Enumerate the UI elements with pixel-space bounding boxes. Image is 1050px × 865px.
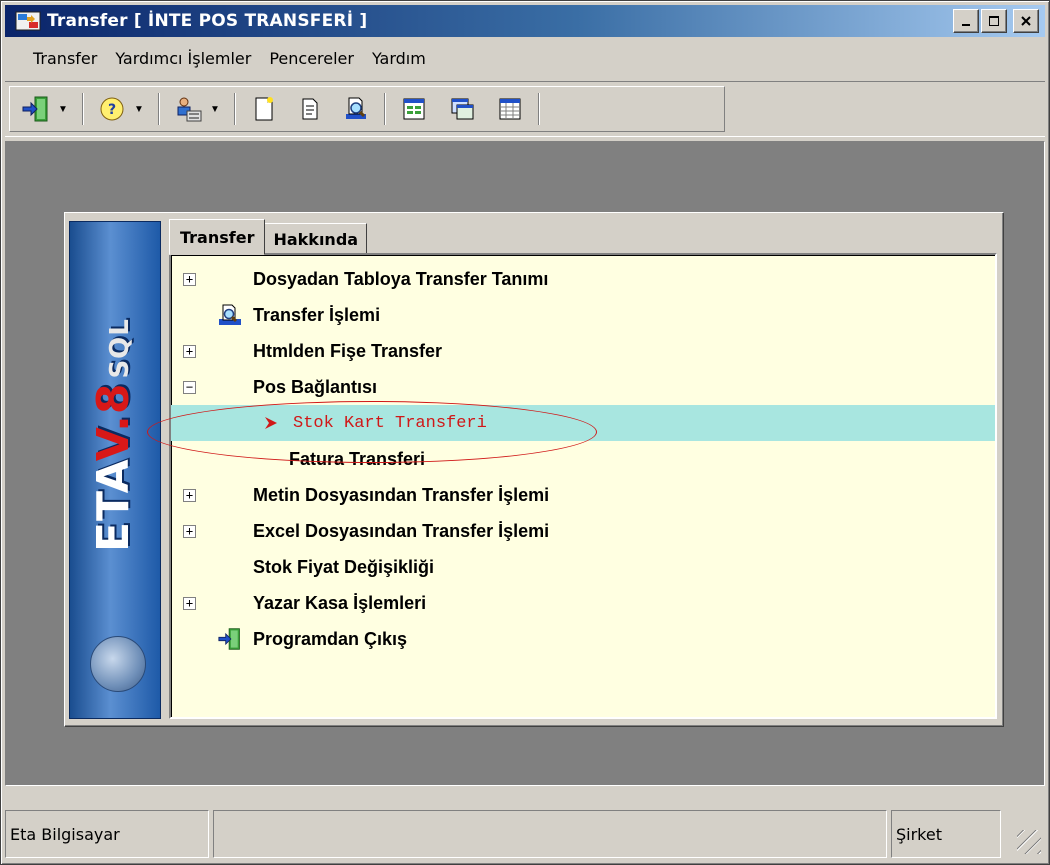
eta-logo-text: ETAV.8SQL <box>88 318 139 552</box>
menu-pencereler[interactable]: Pencereler <box>260 49 363 68</box>
expand-icon[interactable]: + <box>183 489 196 502</box>
tree-node-yazar-kasa[interactable]: + Yazar Kasa İşlemleri <box>171 585 995 621</box>
tree-node-label: Stok Kart Transferi <box>293 413 487 433</box>
user-settings-icon <box>177 97 202 122</box>
transfer-app-icon <box>15 10 41 32</box>
tree-node-stok-fiyat[interactable]: Stok Fiyat Değişikliği <box>171 549 995 585</box>
menu-yardimci-islemler[interactable]: Yardımcı İşlemler <box>106 49 260 68</box>
tree-node-metin-dosyasindan[interactable]: + Metin Dosyasından Transfer İşlemi <box>171 477 995 513</box>
tree-node-programdan-cikis[interactable]: Programdan Çıkış <box>171 621 995 657</box>
window-title: Transfer [ İNTE POS TRANSFERİ ] <box>47 11 368 31</box>
user-settings-dropdown[interactable]: ▼ <box>206 91 224 127</box>
tree-node-label: Fatura Transferi <box>289 448 426 469</box>
toolbar-separator <box>384 93 386 125</box>
toolbar-separator <box>158 93 160 125</box>
window-tile-button[interactable] <box>444 91 480 127</box>
status-bar: Eta Bilgisayar Şirket <box>5 806 1045 862</box>
tab-transfer[interactable]: Transfer <box>169 219 266 255</box>
maximize-button[interactable] <box>981 9 1007 33</box>
tree-node-label: Stok Fiyat Değişikliği <box>253 556 435 577</box>
toolbar-separator <box>234 93 236 125</box>
toolbar-separator <box>538 93 540 125</box>
menu-tree: + Dosyadan Tabloya Transfer Tanımı Trans… <box>169 253 997 719</box>
status-sirket: Şirket <box>891 810 1001 858</box>
toolbar-separator <box>82 93 84 125</box>
user-settings-button[interactable] <box>170 91 206 127</box>
expand-icon[interactable]: + <box>183 525 196 538</box>
tree-node-label: Metin Dosyasından Transfer İşlemi <box>253 484 550 505</box>
app-window: Transfer [ İNTE POS TRANSFERİ ] Transfer… <box>0 0 1050 865</box>
resize-grip-icon[interactable] <box>1005 810 1045 858</box>
new-document-button[interactable] <box>246 91 282 127</box>
search-document-icon <box>217 303 243 327</box>
document-button[interactable] <box>292 91 328 127</box>
tree-node-excel-dosyasindan[interactable]: + Excel Dosyasından Transfer İşlemi <box>171 513 995 549</box>
logo-brand: ETA <box>88 461 139 552</box>
toolbar-group: ▼ ? ▼ ▼ <box>9 86 725 132</box>
new-document-icon <box>255 97 273 121</box>
document-icon <box>302 98 318 120</box>
close-button[interactable] <box>1013 9 1039 33</box>
window-tile-icon <box>451 98 474 120</box>
minimize-icon <box>962 24 970 26</box>
selection-arrow-icon <box>265 417 277 429</box>
tree-node-label: Htmlden Fişe Transfer <box>253 340 443 361</box>
exit-door-icon <box>217 627 243 651</box>
window-grid-icon <box>499 98 521 120</box>
maximize-icon <box>989 16 999 26</box>
preview-button[interactable] <box>338 91 374 127</box>
tree-list: + Dosyadan Tabloya Transfer Tanımı Trans… <box>171 261 995 657</box>
tab-strip: Transfer Hakkında <box>169 219 368 255</box>
menu-bar: Transfer Yardımcı İşlemler Pencereler Ya… <box>5 41 1045 75</box>
logo-version: V.8 <box>88 382 139 462</box>
window-cascade-button[interactable] <box>396 91 432 127</box>
exit-button[interactable] <box>18 91 54 127</box>
tree-node-label: Yazar Kasa İşlemleri <box>253 592 427 613</box>
tree-node-htmlden-fise[interactable]: + Htmlden Fişe Transfer <box>171 333 995 369</box>
tree-node-label: Excel Dosyasından Transfer İşlemi <box>253 520 550 541</box>
transfer-child-window: ETAV.8SQL Transfer Hakkında + Dosyadan T… <box>64 212 1004 727</box>
tree-node-fatura-transferi[interactable]: Fatura Transferi <box>171 441 995 477</box>
tree-node-label: Dosyadan Tabloya Transfer Tanımı <box>253 268 549 289</box>
expand-icon[interactable]: + <box>183 345 196 358</box>
tree-node-transfer-islemi[interactable]: Transfer İşlemi <box>171 297 995 333</box>
expand-icon[interactable]: + <box>183 597 196 610</box>
eta-logo-banner: ETAV.8SQL <box>69 221 161 719</box>
close-icon <box>1021 16 1031 26</box>
menu-yardim[interactable]: Yardım <box>363 49 435 68</box>
expand-icon[interactable]: + <box>183 273 196 286</box>
svg-text:?: ? <box>108 102 116 118</box>
logo-suffix: SQL <box>105 318 135 379</box>
exit-dropdown[interactable]: ▼ <box>54 91 72 127</box>
window-cascade-icon <box>403 98 425 120</box>
window-grid-button[interactable] <box>492 91 528 127</box>
status-middle <box>213 810 887 858</box>
minimize-button[interactable] <box>953 9 979 33</box>
status-company: Eta Bilgisayar <box>5 810 209 858</box>
tree-node-stok-kart-transferi[interactable]: Stok Kart Transferi <box>171 405 995 441</box>
globe-icon <box>90 636 146 692</box>
help-icon: ? <box>100 97 124 121</box>
help-dropdown[interactable]: ▼ <box>130 91 148 127</box>
help-button[interactable]: ? <box>94 91 130 127</box>
toolbar: ▼ ? ▼ ▼ <box>5 81 1045 137</box>
tree-node-label: Pos Bağlantısı <box>253 376 378 397</box>
window-controls <box>953 9 1039 33</box>
exit-door-icon <box>22 96 48 122</box>
tree-node-label: Programdan Çıkış <box>253 628 408 649</box>
tree-node-label: Transfer İşlemi <box>253 304 381 325</box>
preview-icon <box>346 97 366 119</box>
collapse-icon[interactable]: − <box>183 381 196 394</box>
menu-transfer[interactable]: Transfer <box>5 49 106 68</box>
tab-hakkinda[interactable]: Hakkında <box>264 223 368 255</box>
tree-node-pos-baglantisi[interactable]: − Pos Bağlantısı <box>171 369 995 405</box>
mdi-client-area: ETAV.8SQL Transfer Hakkında + Dosyadan T… <box>5 141 1045 786</box>
title-bar[interactable]: Transfer [ İNTE POS TRANSFERİ ] <box>5 5 1045 37</box>
tree-node-dosyadan-tabloya[interactable]: + Dosyadan Tabloya Transfer Tanımı <box>171 261 995 297</box>
